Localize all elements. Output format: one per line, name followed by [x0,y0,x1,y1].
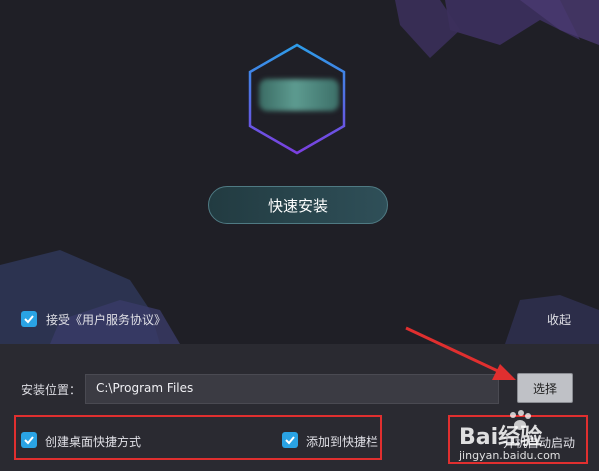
checkmark-icon [24,315,34,324]
watermark-brand: Bai经验 [459,425,543,450]
installer-top-panel: 快速安装 接受《用户服务协议》 收起 [0,0,599,344]
red-arrow-annotation [405,326,516,380]
watermark-url: jingyan.baidu.com [459,449,561,462]
choose-folder-button[interactable]: 选择 [517,373,573,403]
collapse-link[interactable]: 收起 [547,311,571,328]
agreement-label[interactable]: 接受《用户服务协议》 [46,311,166,328]
highlight-box-shortcuts [14,415,382,460]
agreement-checkbox[interactable] [21,311,37,327]
install-path-label: 安装位置： [21,383,82,397]
quick-install-button[interactable]: 快速安装 [208,186,388,224]
baidu-jingyan-watermark: Bai经验 jingyan.baidu.com [455,407,595,467]
app-logo-mark [259,79,339,111]
